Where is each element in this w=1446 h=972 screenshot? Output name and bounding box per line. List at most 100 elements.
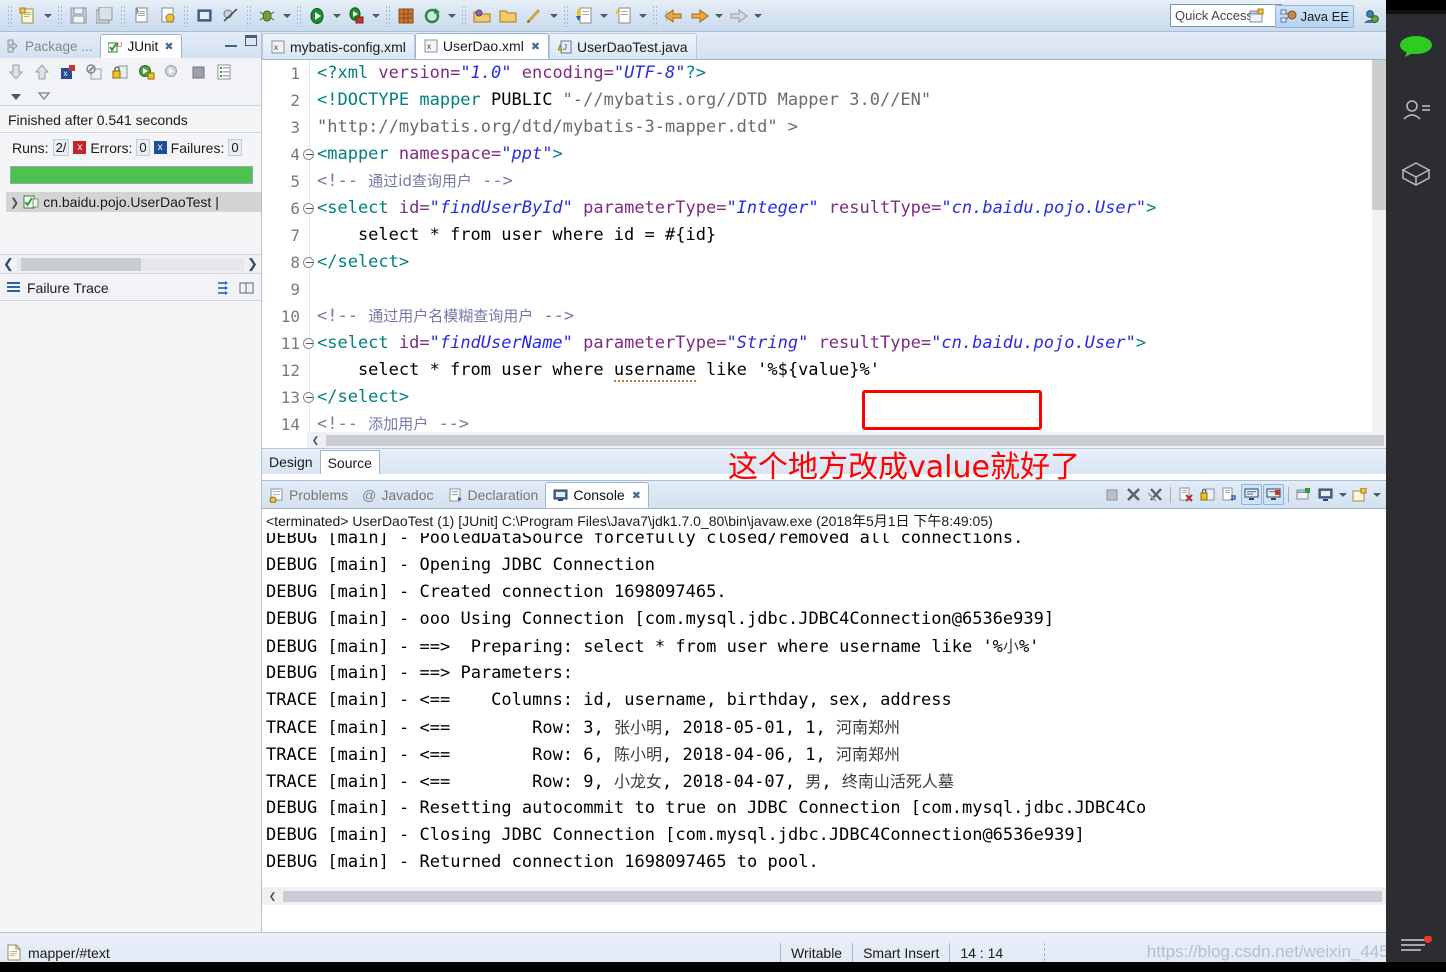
display-selected-console-icon[interactable] bbox=[1315, 484, 1336, 505]
editor-tab-mybatis-config[interactable]: x mybatis-config.xml bbox=[262, 33, 415, 59]
code-line[interactable]: 13</select> bbox=[262, 384, 1386, 411]
toolbar-grip-5[interactable] bbox=[246, 5, 251, 27]
save-icon[interactable] bbox=[65, 4, 91, 28]
remove-all-terminated-icon[interactable] bbox=[1145, 484, 1166, 505]
skip-breakpoints-icon[interactable] bbox=[217, 4, 243, 28]
expand-arrow-icon[interactable] bbox=[32, 85, 56, 107]
console-hscrollbar[interactable]: ❮ bbox=[262, 887, 1386, 905]
toolbar-grip-3[interactable] bbox=[120, 5, 125, 27]
forward-dropdown-arrow[interactable] bbox=[712, 4, 725, 28]
scroll-left-icon[interactable]: ❮ bbox=[264, 883, 281, 906]
code-line[interactable]: 12 select * from user where username lik… bbox=[262, 357, 1386, 384]
next-annotation-icon[interactable] bbox=[571, 4, 597, 28]
next-edit-icon[interactable] bbox=[725, 4, 751, 28]
code-line[interactable]: 6<select id="findUserById" parameterType… bbox=[262, 195, 1386, 222]
toolbar-grip-6[interactable] bbox=[296, 5, 301, 27]
run-dropdown-arrow[interactable] bbox=[330, 4, 343, 28]
toolbar-grip-10[interactable] bbox=[652, 5, 657, 27]
rerun-test-icon[interactable] bbox=[134, 61, 158, 83]
external-tools-dropdown-arrow[interactable] bbox=[369, 4, 382, 28]
tab-javadoc[interactable]: @ Javadoc bbox=[355, 482, 440, 508]
code-lines-container[interactable]: 1<?xml version="1.0" encoding="UTF-8"?>2… bbox=[262, 60, 1386, 438]
show-console-on-error-icon[interactable] bbox=[1263, 484, 1284, 505]
editor-vscroll-thumb[interactable] bbox=[1372, 60, 1386, 210]
pin-console-icon[interactable] bbox=[1293, 484, 1314, 505]
code-line[interactable]: 7 select * from user where id = #{id} bbox=[262, 222, 1386, 249]
pencil-icon[interactable] bbox=[521, 4, 547, 28]
tab-console[interactable]: Console ✖ bbox=[545, 482, 649, 508]
view-tab-junit[interactable]: U JUnit ✖ bbox=[100, 34, 182, 58]
open-console-icon[interactable] bbox=[1349, 484, 1370, 505]
code-line[interactable]: 4<mapper namespace="ppt"> bbox=[262, 141, 1386, 168]
toolbar-grip-2[interactable] bbox=[57, 5, 62, 27]
scroll-right-icon[interactable]: ❯ bbox=[244, 256, 261, 272]
editor-tab-userdao-xml[interactable]: x UserDao.xml ✖ bbox=[415, 33, 549, 59]
console-output[interactable]: DEBUG [main] - PooledDataSource forceful… bbox=[262, 533, 1386, 905]
fold-toggle-icon[interactable] bbox=[303, 203, 314, 214]
display-console-dropdown-arrow[interactable] bbox=[1337, 493, 1348, 497]
cube-icon[interactable] bbox=[1386, 142, 1446, 206]
hscroll-track[interactable] bbox=[17, 258, 244, 271]
terminate-icon[interactable] bbox=[1101, 484, 1122, 505]
test-run-history-icon[interactable] bbox=[212, 61, 236, 83]
next-annotation-dropdown-arrow[interactable] bbox=[597, 4, 610, 28]
close-icon[interactable]: ✖ bbox=[531, 40, 540, 53]
fold-toggle-icon[interactable] bbox=[303, 392, 314, 403]
scroll-lock-icon[interactable] bbox=[108, 61, 132, 83]
tab-declaration[interactable]: Declaration bbox=[441, 482, 546, 508]
print-icon[interactable] bbox=[128, 4, 154, 28]
debug-dropdown-arrow[interactable] bbox=[280, 4, 293, 28]
tab-problems[interactable]: Problems bbox=[262, 482, 355, 508]
junit-test-tree-item[interactable]: ❯ cn.baidu.pojo.UserDaoTest | bbox=[6, 192, 261, 212]
save-all-icon[interactable] bbox=[91, 4, 117, 28]
new-wizard-icon[interactable] bbox=[15, 4, 41, 28]
editor-tab-userdaotest-java[interactable]: J UserDaoTest.java bbox=[549, 33, 697, 59]
console-hscroll-thumb[interactable] bbox=[283, 891, 1382, 902]
menu-icon[interactable] bbox=[1386, 936, 1446, 954]
maximize-icon[interactable] bbox=[245, 35, 257, 46]
open-type-icon[interactable] bbox=[191, 4, 217, 28]
view-tab-package-explorer[interactable]: Package ... bbox=[0, 34, 100, 58]
tab-source[interactable]: Source bbox=[320, 450, 380, 474]
hscroll-thumb[interactable] bbox=[21, 258, 141, 271]
open-folder-icon[interactable] bbox=[495, 4, 521, 28]
fold-toggle-icon[interactable] bbox=[303, 338, 314, 349]
previous-failure-icon[interactable] bbox=[30, 61, 54, 83]
code-line[interactable]: 3"http://mybatis.org/dtd/mybatis-3-mappe… bbox=[262, 114, 1386, 141]
next-edit-dropdown-arrow[interactable] bbox=[751, 4, 764, 28]
chevron-right-icon[interactable]: ❯ bbox=[10, 196, 19, 209]
forward-icon[interactable] bbox=[686, 4, 712, 28]
rerun-failed-tests-icon[interactable] bbox=[160, 61, 184, 83]
close-icon[interactable]: ✖ bbox=[632, 489, 641, 502]
junit-tree-hscrollbar[interactable]: ❮ ❯ bbox=[0, 254, 261, 274]
show-console-on-output-icon[interactable] bbox=[1241, 484, 1262, 505]
close-icon[interactable]: ✖ bbox=[164, 40, 173, 53]
code-line[interactable]: 1<?xml version="1.0" encoding="UTF-8"?> bbox=[262, 60, 1386, 87]
view-menu-icon[interactable] bbox=[4, 85, 28, 107]
stop-test-icon[interactable] bbox=[186, 61, 210, 83]
word-wrap-icon[interactable] bbox=[1219, 484, 1240, 505]
new-dropdown-arrow[interactable] bbox=[41, 4, 54, 28]
code-line[interactable]: 2<!DOCTYPE mapper PUBLIC "-//mybatis.org… bbox=[262, 87, 1386, 114]
perspective-tab-java-ee[interactable]: Java EE bbox=[1275, 5, 1354, 28]
code-line[interactable]: 11<select id="findUserName" parameterTyp… bbox=[262, 330, 1386, 357]
open-resource-icon[interactable] bbox=[469, 4, 495, 28]
back-icon[interactable] bbox=[660, 4, 686, 28]
toolbar-grip-7[interactable] bbox=[385, 5, 390, 27]
toolbar-grip[interactable] bbox=[7, 5, 12, 27]
scroll-left-icon[interactable]: ❮ bbox=[307, 433, 324, 447]
code-line[interactable]: 10<!-- 通过用户名模糊查询用户 --> bbox=[262, 303, 1386, 330]
scroll-lock-icon[interactable] bbox=[1197, 484, 1218, 505]
refresh-dropdown-arrow[interactable] bbox=[445, 4, 458, 28]
contacts-icon[interactable] bbox=[1386, 78, 1446, 142]
debug-icon[interactable] bbox=[254, 4, 280, 28]
editor-vscrollbar[interactable] bbox=[1372, 60, 1386, 448]
fold-toggle-icon[interactable] bbox=[303, 149, 314, 160]
java-perspective-icon[interactable] bbox=[1358, 4, 1384, 28]
previous-annotation-icon[interactable] bbox=[610, 4, 636, 28]
status-grip[interactable] bbox=[1043, 942, 1047, 964]
clear-console-icon[interactable] bbox=[1175, 484, 1196, 505]
show-failures-only-icon[interactable]: x bbox=[56, 61, 80, 83]
scroll-left-icon[interactable]: ❮ bbox=[0, 256, 17, 272]
toolbar-grip-4[interactable] bbox=[183, 5, 188, 27]
